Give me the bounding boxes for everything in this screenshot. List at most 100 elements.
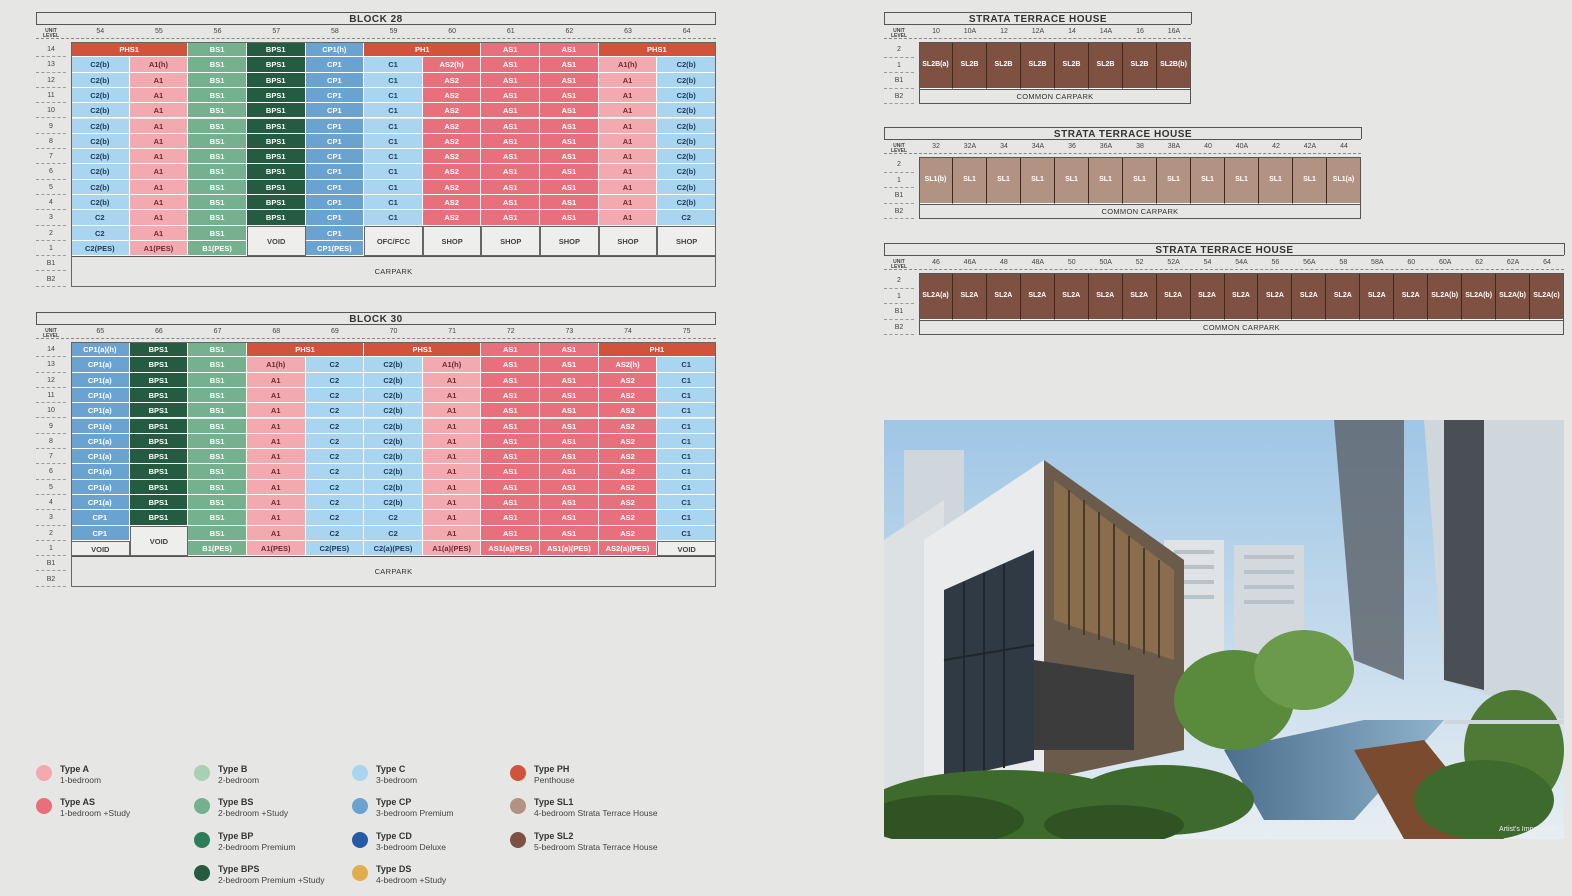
- legend-type-name: Type SL1: [534, 797, 574, 807]
- unit-number: 60: [448, 28, 457, 35]
- legend-type-description: 4-bedroom Strata Terrace House: [534, 808, 658, 818]
- level-number: 2: [884, 42, 914, 58]
- legend-item: Type AS 1-bedroom +Study: [36, 797, 130, 818]
- legend-type-name: Type BP: [218, 831, 254, 841]
- legend-type-description: 1-bedroom +Study: [60, 808, 131, 818]
- legend-item: Type DS 4-bedroom +Study: [352, 864, 446, 885]
- unit-number: 55: [155, 28, 163, 35]
- unit-number: 68: [272, 328, 281, 335]
- unit-number: 66: [155, 328, 163, 335]
- legend-type-description: 4-bedroom +Study: [376, 875, 447, 885]
- legend-item: Type BPS 2-bedroom Premium +Study: [194, 864, 325, 885]
- level-number: 14: [36, 342, 66, 358]
- terrace-house-chart-3: STRATA TERRACE HOUSE UNIT LEVEL 46 46A 48 48A 5…: [884, 243, 1565, 337]
- unit-number: 70: [389, 328, 398, 335]
- level-number: 11: [36, 88, 66, 104]
- legend-item: Type CD 3-bedroom Deluxe: [352, 831, 446, 852]
- level-number: 8: [36, 434, 66, 450]
- level-number: 9: [36, 419, 66, 434]
- unit-number: 40A: [1235, 143, 1249, 150]
- level-number: 12: [36, 373, 66, 388]
- unit-number: 54: [1203, 259, 1212, 266]
- legend-item: Type PH Penthouse: [510, 764, 575, 785]
- block-30-stacking-chart: BLOCK 30 UNIT LEVEL 65 66 67 68 69 70 71 72 73 74 75 1…: [36, 312, 716, 590]
- legend-type-description: 2-bedroom +Study: [218, 808, 289, 818]
- legend-type-description: 2-bedroom Premium: [218, 842, 296, 852]
- level-number: B1: [884, 304, 914, 320]
- level-number: B2: [36, 272, 66, 287]
- legend-text: Type AS 1-bedroom +Study: [60, 797, 130, 818]
- legend-text: Type PH Penthouse: [534, 764, 575, 785]
- legend-item: Type A 1-bedroom: [36, 764, 101, 785]
- unit-number: 62A: [1506, 259, 1520, 266]
- unit-number: 14: [1068, 28, 1076, 35]
- unit-number: 48: [999, 259, 1008, 266]
- legend-text: Type BS 2-bedroom +Study: [218, 797, 288, 818]
- unit-number: 16A: [1167, 28, 1181, 35]
- unit-number: 58: [330, 28, 339, 35]
- level-number: 9: [36, 119, 66, 134]
- level-label: LEVEL: [42, 33, 60, 39]
- level-number: 5: [36, 180, 66, 195]
- level-number: 2: [884, 273, 914, 289]
- terrace-frame: [919, 157, 1361, 219]
- unit-number: 36A: [1099, 143, 1113, 150]
- legend-text: Type A 1-bedroom: [60, 764, 101, 785]
- legend-type-description: 2-bedroom Premium +Study: [218, 875, 325, 885]
- legend-swatch: [194, 798, 210, 814]
- unit-number: 54: [96, 28, 105, 35]
- legend-type-name: Type C: [376, 764, 406, 774]
- legend-swatch: [36, 765, 52, 781]
- legend-swatch: [352, 798, 368, 814]
- level-number: 7: [36, 149, 66, 165]
- legend-type-description: 2-bedroom: [218, 775, 260, 785]
- legend-swatch: [36, 798, 52, 814]
- legend-text: Type C 3-bedroom: [376, 764, 417, 785]
- unit-number: 58: [1339, 259, 1348, 266]
- level-number: B1: [884, 188, 914, 204]
- unit-number: 54A: [1235, 259, 1248, 266]
- terrace-frame: [919, 273, 1564, 335]
- level-number: 3: [36, 210, 66, 226]
- legend-item: Type BS 2-bedroom +Study: [194, 797, 288, 818]
- unit-number: 61: [506, 28, 515, 35]
- unit-number: 50: [1067, 259, 1076, 266]
- legend-type-description: 3-bedroom Premium: [376, 808, 454, 818]
- unit-number: 65: [96, 328, 105, 335]
- legend-swatch: [510, 798, 526, 814]
- unit-number: 44: [1340, 143, 1348, 150]
- legend-swatch: [510, 765, 526, 781]
- level-number: 13: [36, 57, 66, 73]
- level-number: B2: [884, 89, 914, 104]
- legend-type-description: 1-bedroom: [60, 775, 102, 785]
- legend-item: Type B 2-bedroom: [194, 764, 259, 785]
- unit-number: 56: [213, 28, 222, 35]
- level-number: 1: [884, 173, 914, 188]
- legend-swatch: [352, 832, 368, 848]
- legend-item: Type SL1 4-bedroom Strata Terrace House: [510, 797, 658, 818]
- level-label: LEVEL: [42, 333, 60, 339]
- unit-level-label: UNIT LEVEL: [36, 329, 66, 339]
- terrace-house-chart-2: STRATA TERRACE HOUSE UNIT LEVEL 32 32A 34 34A 3…: [884, 127, 1362, 221]
- legend-type-name: Type CD: [376, 831, 412, 841]
- unit-number: 50A: [1099, 259, 1112, 266]
- unit-number: 52: [1135, 259, 1144, 266]
- legend-type-name: Type BS: [218, 797, 254, 807]
- unit-number: 42A: [1303, 143, 1317, 150]
- level-number: B1: [884, 73, 914, 89]
- legend-type-name: Type AS: [60, 797, 96, 807]
- unit-number: 57: [272, 28, 281, 35]
- legend-swatch: [352, 865, 368, 881]
- legend-text: Type BPS 2-bedroom Premium +Study: [218, 864, 325, 885]
- block-frame: [71, 42, 716, 287]
- level-number: B2: [36, 572, 66, 587]
- unit-number: 32A: [963, 143, 977, 150]
- level-number: 11: [36, 388, 66, 404]
- unit-number: 12A: [1031, 28, 1045, 35]
- legend-text: Type DS 4-bedroom +Study: [376, 864, 446, 885]
- unit-number: 56A: [1303, 259, 1316, 266]
- unit-number: 72: [506, 328, 515, 335]
- unit-number: 42: [1272, 143, 1280, 150]
- level-label: LEVEL: [890, 148, 908, 154]
- unit-number: 38: [1136, 143, 1144, 150]
